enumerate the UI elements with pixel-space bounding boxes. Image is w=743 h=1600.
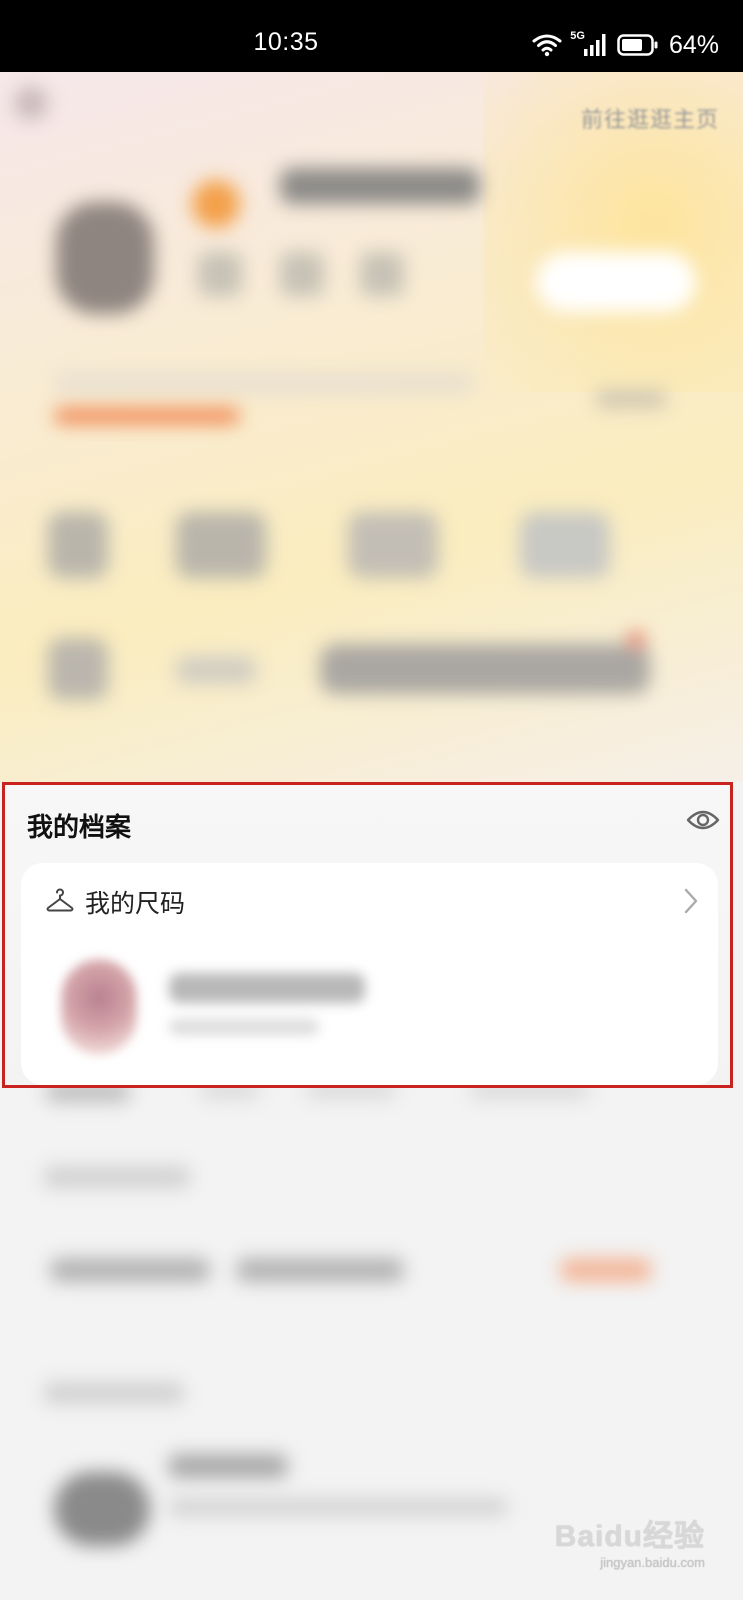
blurred-grid-item: [48, 638, 108, 700]
homepage-link[interactable]: 前往逛逛主页: [581, 102, 719, 134]
profile-card: 我的尺码: [21, 863, 718, 1085]
blurred-grid-item: [348, 512, 438, 578]
blurred-avatar: [54, 1472, 150, 1546]
my-profile-section: 我的档案 我的尺码: [2, 782, 733, 1088]
blurred-grid-item: [176, 512, 266, 578]
baidu-watermark-logo: Baidu经验 jingyan.baidu.com: [555, 1511, 705, 1570]
blurred-level-text: [596, 390, 666, 408]
blurred-level-progress: [54, 408, 240, 424]
watermark-brand: Baidu经验: [554, 1520, 705, 1553]
blurred-text-line: [236, 1258, 404, 1282]
my-size-row[interactable]: 我的尺码: [21, 863, 718, 939]
blurred-stat: [198, 252, 242, 296]
blurred-thumbnail-row: [320, 644, 650, 694]
battery-icon: [617, 34, 658, 56]
blurred-notification-dot: [628, 632, 644, 648]
blurred-avatar: [56, 202, 154, 314]
blurred-edit-button: [536, 252, 696, 312]
blurred-grid-item: [48, 512, 108, 578]
blurred-profile-header: 前往逛逛主页: [0, 72, 743, 782]
blurred-back-icon: [14, 86, 48, 120]
blurred-text-line: [50, 1258, 210, 1282]
blurred-text-line: [168, 1454, 288, 1478]
blurred-orange-tag: [560, 1258, 652, 1282]
wifi-icon: [532, 34, 562, 57]
blurred-grid-item: [520, 512, 610, 578]
blurred-section-title: [44, 1166, 190, 1188]
my-size-label: 我的尺码: [85, 889, 186, 918]
eye-icon[interactable]: [686, 807, 720, 833]
blurred-text-line: [169, 973, 365, 1003]
blurred-badge: [192, 180, 240, 228]
blurred-text-line: [169, 1019, 319, 1035]
blurred-level-bar: [54, 372, 474, 394]
blurred-text-line: [168, 1498, 508, 1516]
blurred-grid-item: [176, 656, 256, 684]
battery-percentage: 64%: [668, 30, 719, 59]
blurred-stat: [360, 252, 404, 296]
section-title: 我的档案: [27, 813, 132, 843]
watermark-url: jingyan.baidu.com: [600, 1555, 705, 1570]
blurred-avatar: [61, 959, 137, 1055]
hanger-icon: [46, 888, 74, 912]
chevron-right-icon: [684, 888, 698, 914]
status-bar: 10:35 5G 64%: [0, 0, 743, 72]
cellular-signal-icon: [583, 34, 606, 56]
status-indicators: 5G 64%: [532, 28, 719, 62]
status-time: 10:35: [253, 28, 319, 56]
network-type-label: 5G: [570, 30, 585, 42]
blurred-section-title: [44, 1382, 184, 1404]
blurred-username: [280, 168, 480, 204]
blurred-stat: [280, 252, 324, 296]
